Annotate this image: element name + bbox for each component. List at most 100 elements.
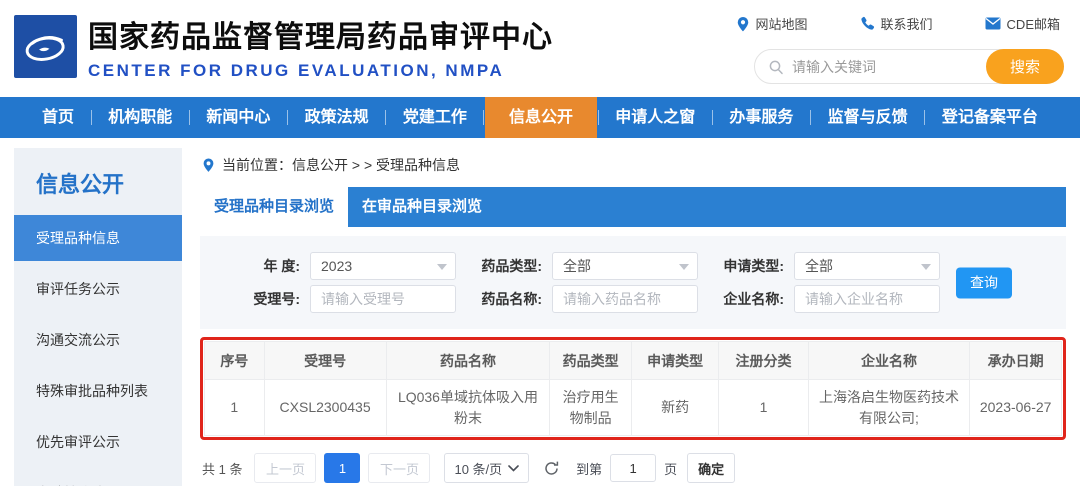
- cell-apply-type: 新药: [630, 379, 720, 436]
- search-input[interactable]: [784, 58, 986, 75]
- year-value: 2023: [321, 258, 353, 274]
- drug-type-label: 药品类型:: [481, 258, 542, 274]
- main-nav: 首页 机构职能 新闻中心 政策法规 党建工作 信息公开 申请人之窗 办事服务 监…: [0, 97, 1080, 138]
- nav-supervision-feedback[interactable]: 监督与反馈: [812, 97, 924, 138]
- mailbox-link[interactable]: CDE邮箱: [985, 14, 1060, 33]
- accept-no-filter: 受理号:: [228, 285, 456, 313]
- mailbox-label: CDE邮箱: [1006, 17, 1060, 32]
- goto-label: 到第: [576, 461, 603, 477]
- col-header-company: 企业名称: [807, 341, 971, 380]
- title-block: 国家药品监督管理局药品审评中心 CENTER FOR DRUG EVALUATI…: [88, 12, 553, 81]
- next-page-button[interactable]: 下一页: [368, 453, 431, 483]
- filter-row-2: 受理号: 药品名称: 企业名称:: [228, 285, 1066, 313]
- sidebar: 信息公开 受理品种信息 审评任务公示 沟通交流公示 特殊审批品种列表 优先审评公…: [14, 148, 182, 486]
- refresh-icon[interactable]: [543, 460, 560, 477]
- sidebar-title: 信息公开: [36, 172, 125, 197]
- pagination-bar: 共 1 条 上一页 1 下一页 10 条/页 到第 1 页 确定: [202, 453, 1066, 483]
- cell-date: 2023-06-27: [969, 379, 1062, 436]
- col-header-drug-type: 药品类型: [549, 341, 632, 380]
- col-header-date: 承办日期: [969, 341, 1062, 380]
- page-size-select[interactable]: 10 条/页: [444, 453, 530, 483]
- nav-home[interactable]: 首页: [26, 97, 90, 138]
- prev-page-button[interactable]: 上一页: [254, 453, 317, 483]
- col-header-reg-class: 注册分类: [718, 341, 809, 380]
- nav-info-disclosure[interactable]: 信息公开: [485, 97, 598, 138]
- contact-link[interactable]: 联系我们: [860, 14, 933, 33]
- cell-accept-no: CXSL2300435: [263, 379, 387, 436]
- goto-page-input[interactable]: [610, 454, 657, 482]
- nav-policies[interactable]: 政策法规: [289, 97, 385, 138]
- year-label: 年 度:: [263, 258, 300, 274]
- breadcrumb-text: 当前位置：信息公开 > > 受理品种信息: [222, 157, 461, 173]
- drug-type-filter: 药品类型: 全部: [470, 252, 698, 280]
- mail-icon: [985, 17, 1001, 30]
- drug-name-filter: 药品名称:: [470, 285, 698, 313]
- search-bar: 搜索: [754, 49, 1064, 84]
- nav-applicant-window[interactable]: 申请人之窗: [599, 97, 711, 138]
- drug-name-label: 药品名称:: [481, 291, 542, 307]
- sidebar-item-communication[interactable]: 沟通交流公示: [14, 317, 182, 363]
- cell-index: 1: [204, 379, 265, 436]
- phone-icon: [860, 16, 874, 30]
- nav-duties[interactable]: 机构职能: [92, 97, 188, 138]
- top-links: 网站地图 联系我们 CDE邮箱: [736, 14, 1060, 33]
- apply-type-filter: 申请类型: 全部: [712, 252, 940, 280]
- page-1-button[interactable]: 1: [324, 453, 361, 483]
- chevron-down-icon: [921, 264, 931, 270]
- results-table: 序号 受理号 药品名称 药品类型 申请类型 注册分类 企业名称 承办日期 1 C…: [204, 341, 1062, 436]
- table-row: 1 CXSL2300435 LQ036单域抗体吸入用粉末 治疗用生物制品 新药 …: [204, 379, 1062, 436]
- sidebar-item-special-approval[interactable]: 特殊审批品种列表: [14, 368, 182, 414]
- tab-under-review-catalog[interactable]: 在审品种目录浏览: [348, 187, 496, 227]
- nav-party-building[interactable]: 党建工作: [387, 97, 483, 138]
- search-button[interactable]: 搜索: [986, 49, 1064, 84]
- confirm-button[interactable]: 确定: [687, 453, 736, 483]
- filter-row-1: 年 度: 2023 药品类型: 全部 申请类型: 全部: [228, 252, 1066, 280]
- sitemap-link[interactable]: 网站地图: [736, 14, 808, 33]
- sidebar-item-breakthrough-therapy[interactable]: 突破性治疗公示: [14, 470, 182, 486]
- chevron-down-icon: [437, 264, 447, 270]
- body-wrap: 信息公开 受理品种信息 审评任务公示 沟通交流公示 特殊审批品种列表 优先审评公…: [0, 138, 1080, 486]
- sidebar-item-review-task[interactable]: 审评任务公示: [14, 266, 182, 312]
- drug-type-select[interactable]: 全部: [552, 252, 698, 280]
- contact-label: 联系我们: [880, 17, 933, 32]
- cell-drug-type: 治疗用生物制品: [549, 379, 632, 436]
- nav-news[interactable]: 新闻中心: [190, 97, 286, 138]
- tab-bar: 受理品种目录浏览 在审品种目录浏览: [200, 187, 1066, 227]
- sitemap-label: 网站地图: [755, 17, 808, 32]
- breadcrumb: 当前位置：信息公开 > > 受理品种信息: [200, 148, 1066, 187]
- table-header-row: 序号 受理号 药品名称 药品类型 申请类型 注册分类 企业名称 承办日期: [204, 341, 1062, 380]
- col-header-index: 序号: [204, 341, 265, 380]
- company-name-input[interactable]: [794, 285, 940, 313]
- site-subtitle: CENTER FOR DRUG EVALUATION, NMPA: [88, 61, 505, 80]
- accept-no-label: 受理号:: [253, 291, 300, 307]
- col-header-drug-name: 药品名称: [385, 341, 551, 380]
- nav-services[interactable]: 办事服务: [713, 97, 809, 138]
- query-button[interactable]: 查询: [956, 267, 1012, 298]
- apply-type-value: 全部: [805, 258, 833, 274]
- tab-accepted-catalog[interactable]: 受理品种目录浏览: [200, 187, 348, 227]
- cde-logo-icon: [25, 35, 65, 61]
- location-pin-icon: [203, 158, 214, 172]
- total-count: 共 1 条: [202, 461, 243, 477]
- sidebar-item-priority-review[interactable]: 优先审评公示: [14, 419, 182, 465]
- year-select[interactable]: 2023: [310, 252, 456, 280]
- apply-type-label: 申请类型:: [723, 258, 784, 274]
- nav-registration-platform[interactable]: 登记备案平台: [926, 97, 1054, 138]
- cell-reg-class: 1: [718, 379, 809, 436]
- goto-suffix: 页: [664, 461, 678, 477]
- site-title: 国家药品监督管理局药品审评中心: [88, 21, 553, 54]
- col-header-apply-type: 申请类型: [630, 341, 720, 380]
- cde-logo: [14, 15, 77, 78]
- company-name-label: 企业名称:: [723, 291, 784, 307]
- cell-drug-name: LQ036单域抗体吸入用粉末: [385, 379, 551, 436]
- sidebar-item-accepted-variety-info[interactable]: 受理品种信息: [14, 215, 182, 261]
- accept-no-input[interactable]: [310, 285, 456, 313]
- drug-name-input[interactable]: [552, 285, 698, 313]
- apply-type-select[interactable]: 全部: [794, 252, 940, 280]
- chevron-down-icon: [508, 464, 519, 472]
- cde-page: 国家药品监督管理局药品审评中心 CENTER FOR DRUG EVALUATI…: [0, 0, 1080, 486]
- site-header: 国家药品监督管理局药品审评中心 CENTER FOR DRUG EVALUATI…: [0, 0, 1080, 97]
- filter-panel: 年 度: 2023 药品类型: 全部 申请类型: 全部 受理号: 请输入受理号 …: [200, 236, 1066, 329]
- results-table-highlight: 序号 受理号 药品名称 药品类型 申请类型 注册分类 企业名称 承办日期 1 C…: [200, 337, 1066, 440]
- cell-company: 上海洛启生物医药技术有限公司;: [807, 379, 971, 436]
